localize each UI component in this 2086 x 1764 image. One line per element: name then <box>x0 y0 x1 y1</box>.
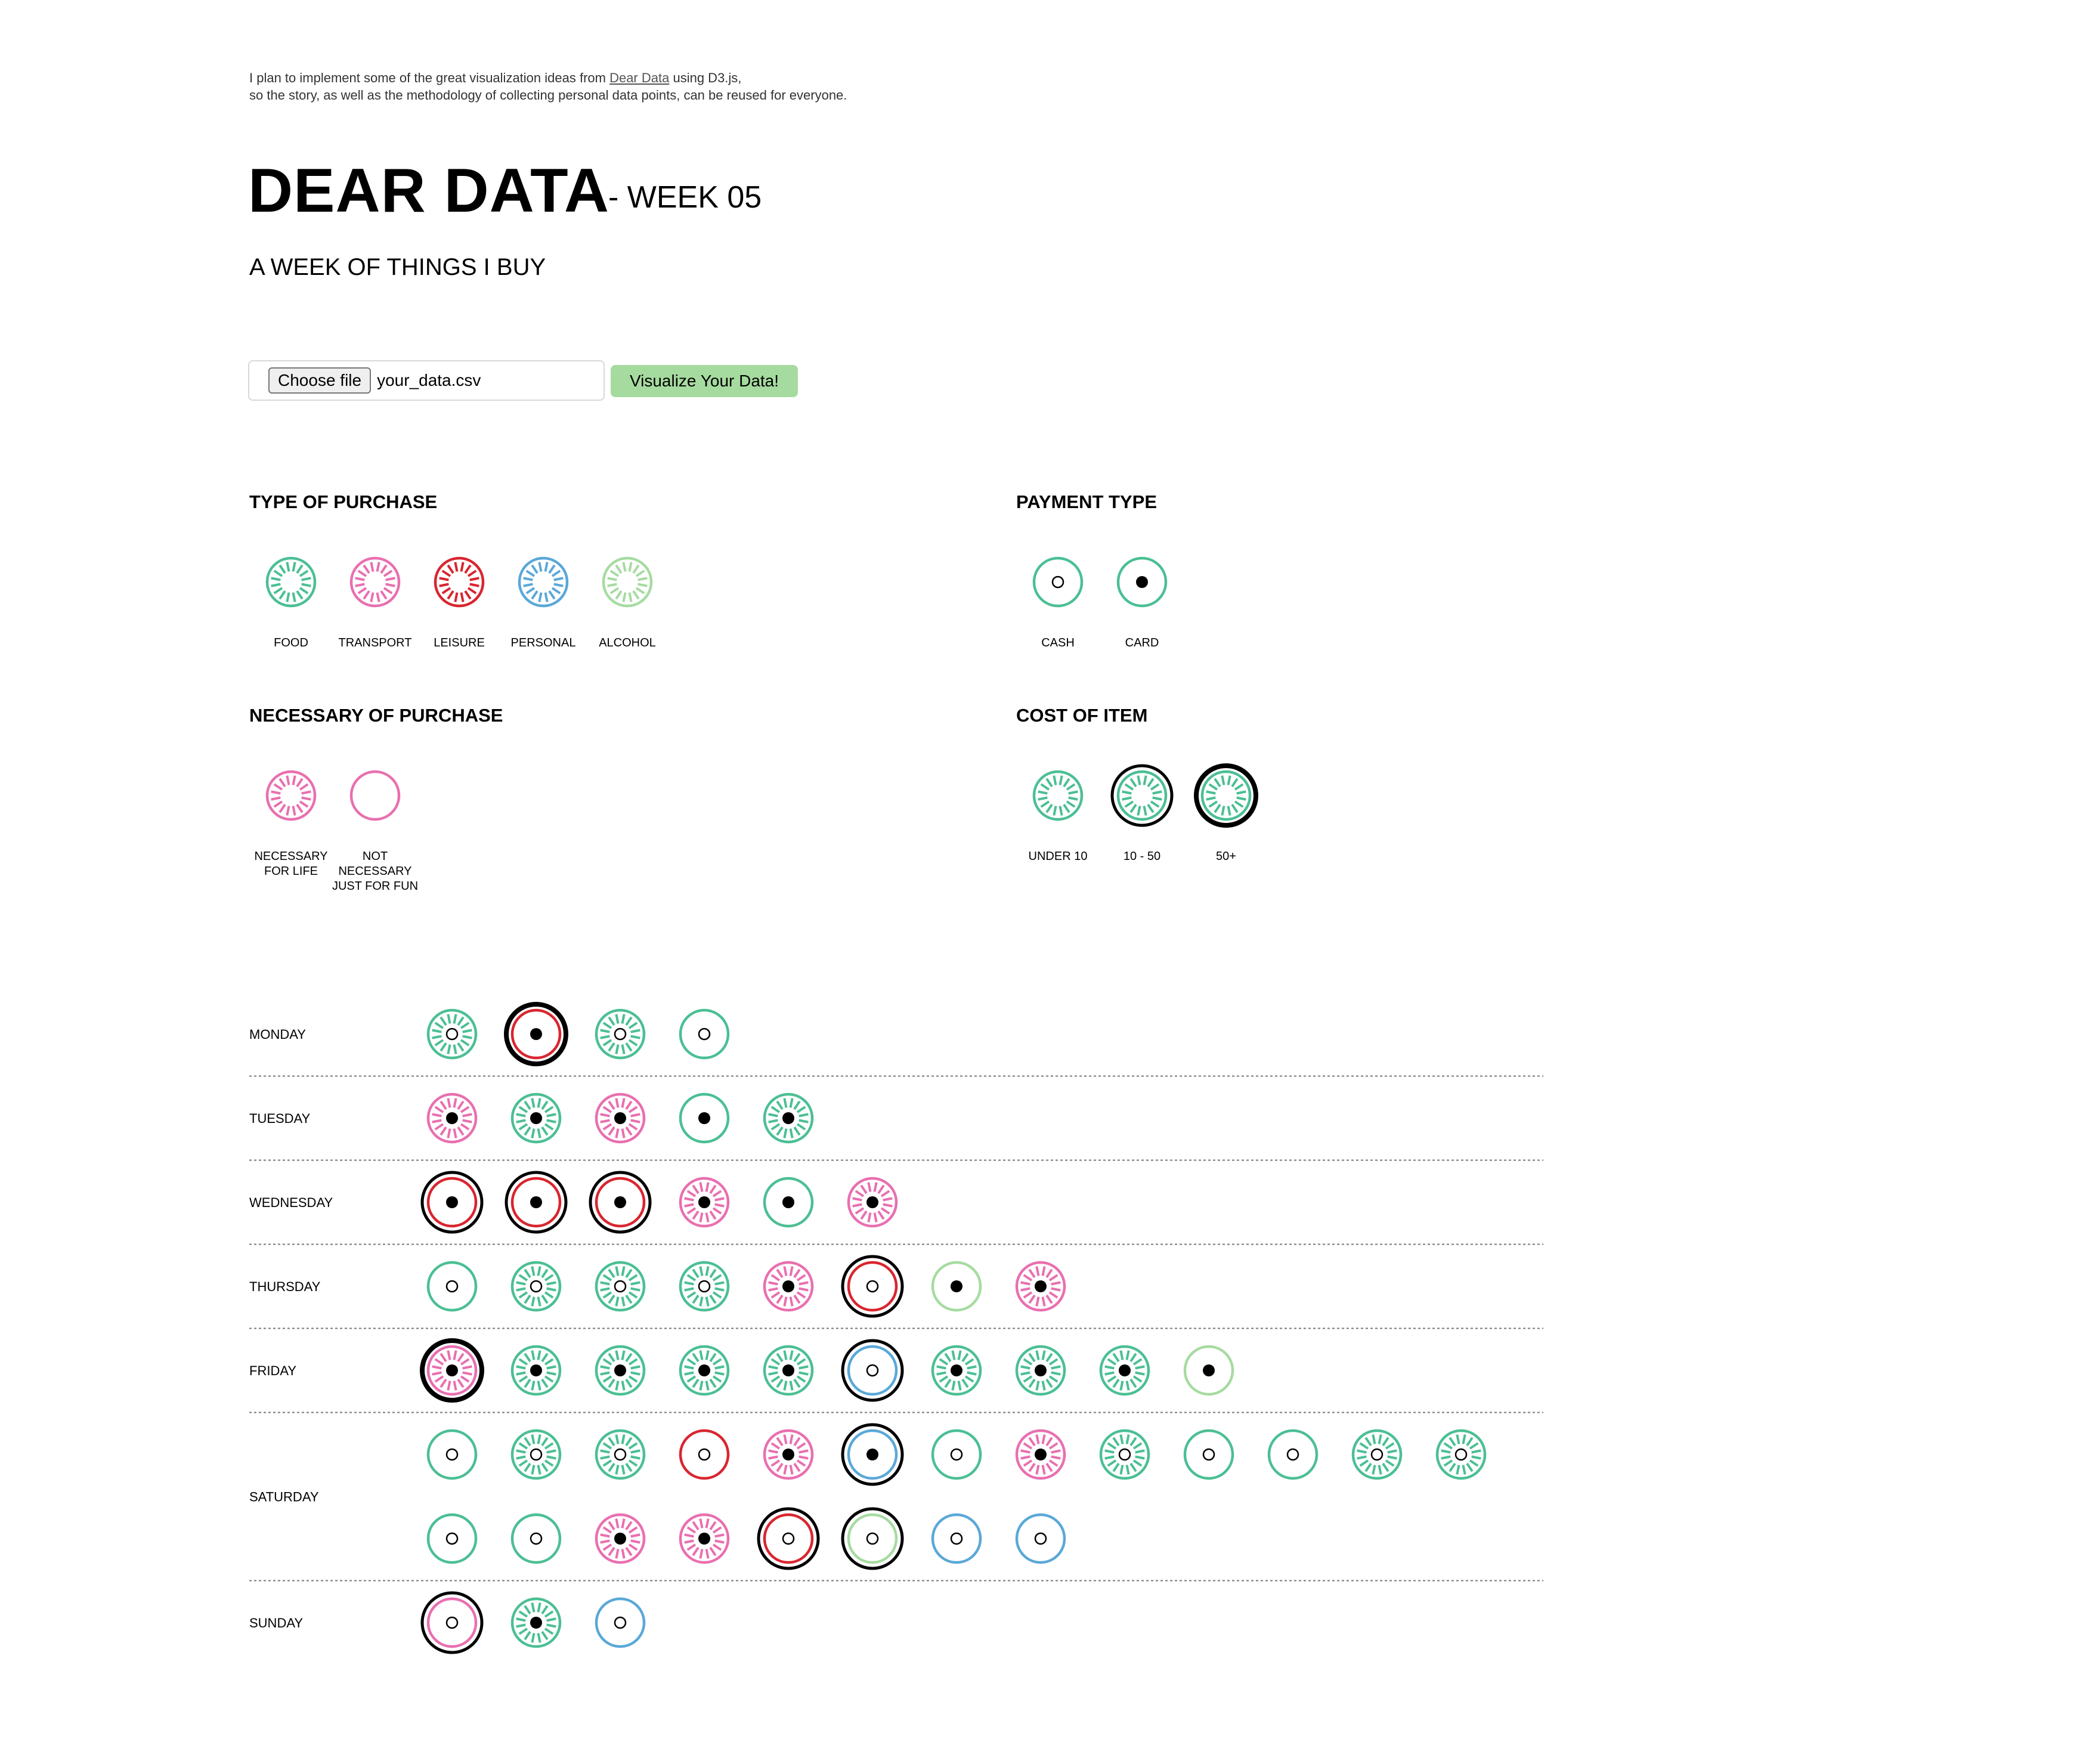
purchase-tuesday-1 <box>510 1093 562 1144</box>
purchase-saturday-17 <box>757 1507 820 1570</box>
purchase-monday-2 <box>595 1008 646 1060</box>
purchase-thursday-5 <box>841 1255 904 1318</box>
purchase-friday-9 <box>1183 1345 1234 1396</box>
purchase-saturday-15 <box>595 1513 646 1564</box>
purchase-friday-3 <box>679 1345 730 1396</box>
purchase-friday-5 <box>841 1339 904 1402</box>
purchase-thursday-0 <box>426 1261 478 1312</box>
day-label-thursday: THURSDAY <box>249 1279 321 1294</box>
purchase-thursday-3 <box>679 1261 730 1312</box>
purchase-tuesday-4 <box>763 1093 814 1144</box>
purchase-wednesday-0 <box>420 1171 484 1234</box>
week-chart: MONDAY TUESDAY WEDNESDAY THURSDAY FRIDAY SATU… <box>249 1002 1543 1654</box>
purchase-wednesday-2 <box>589 1171 652 1234</box>
purchase-sunday-0 <box>420 1591 484 1654</box>
purchase-saturday-10 <box>1267 1429 1319 1480</box>
purchase-saturday-16 <box>679 1513 730 1564</box>
purchase-saturday-6 <box>931 1429 982 1480</box>
purchase-friday-8 <box>1099 1345 1150 1396</box>
day-label-tuesday: TUESDAY <box>249 1111 311 1126</box>
day-label-friday: FRIDAY <box>249 1363 296 1378</box>
purchase-saturday-3 <box>679 1429 730 1480</box>
purchase-saturday-19 <box>931 1513 982 1564</box>
purchase-monday-1 <box>504 1002 568 1066</box>
purchase-saturday-14 <box>510 1513 562 1564</box>
purchase-wednesday-3 <box>679 1177 730 1228</box>
purchase-wednesday-4 <box>763 1177 814 1228</box>
purchase-friday-2 <box>595 1345 646 1396</box>
purchase-friday-6 <box>931 1345 982 1396</box>
purchase-tuesday-2 <box>595 1093 646 1144</box>
purchase-saturday-12 <box>1435 1429 1487 1480</box>
day-label-wednesday: WEDNESDAY <box>249 1195 333 1210</box>
day-label-sunday: SUNDAY <box>249 1616 303 1630</box>
purchase-saturday-2 <box>595 1429 646 1480</box>
purchase-saturday-11 <box>1351 1429 1403 1480</box>
purchase-thursday-4 <box>763 1261 814 1312</box>
purchase-saturday-8 <box>1099 1429 1150 1480</box>
day-label-monday: MONDAY <box>249 1027 306 1042</box>
day-label-saturday: SATURDAY <box>249 1490 319 1505</box>
purchase-saturday-13 <box>426 1513 478 1564</box>
purchase-saturday-4 <box>763 1429 814 1480</box>
purchase-saturday-0 <box>426 1429 478 1480</box>
purchase-wednesday-5 <box>847 1177 898 1228</box>
purchase-thursday-6 <box>931 1261 982 1312</box>
purchase-saturday-1 <box>510 1429 562 1480</box>
purchase-sunday-2 <box>595 1597 646 1648</box>
purchase-friday-7 <box>1015 1345 1066 1396</box>
purchase-wednesday-1 <box>505 1171 568 1234</box>
purchase-tuesday-3 <box>679 1093 730 1144</box>
purchase-friday-0 <box>420 1338 484 1403</box>
purchase-saturday-7 <box>1015 1429 1066 1480</box>
purchase-saturday-5 <box>841 1423 904 1486</box>
purchase-friday-1 <box>510 1345 562 1396</box>
purchase-saturday-9 <box>1183 1429 1234 1480</box>
purchase-monday-0 <box>426 1008 478 1060</box>
purchase-sunday-1 <box>510 1597 562 1648</box>
purchase-thursday-1 <box>510 1261 562 1312</box>
purchase-thursday-7 <box>1015 1261 1066 1312</box>
purchase-friday-4 <box>763 1345 814 1396</box>
purchase-monday-3 <box>679 1008 730 1060</box>
purchase-saturday-20 <box>1015 1513 1066 1564</box>
purchase-saturday-18 <box>841 1507 904 1570</box>
purchase-thursday-2 <box>595 1261 646 1312</box>
purchase-tuesday-0 <box>426 1093 478 1144</box>
